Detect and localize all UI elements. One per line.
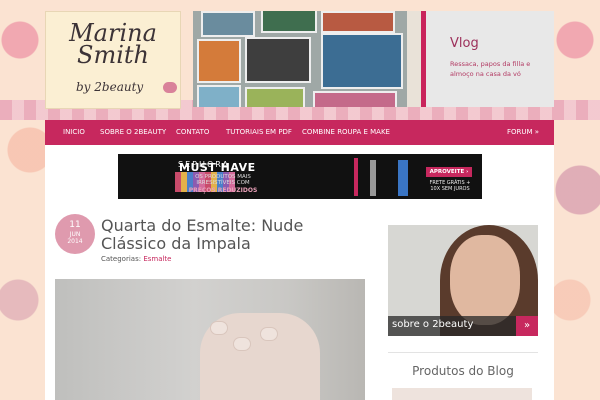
about-caption[interactable]: sobre o 2beauty [392, 319, 473, 330]
sidebar-divider [388, 352, 538, 353]
mascara-image [370, 160, 376, 196]
about-arrow-button[interactable]: » [516, 316, 538, 336]
produtos-title: Produtos do Blog [412, 364, 514, 378]
artwork-image [313, 91, 397, 107]
artwork-image [245, 87, 305, 107]
date-month: JUN [69, 231, 81, 238]
banner-shipping: FRETE GRÁTIS + 10X SEM JUROS [429, 180, 471, 192]
vlog-accent-bar [421, 11, 426, 107]
post-title[interactable]: Quarta do Esmalte: Nude Clássico da Impa… [101, 217, 371, 253]
bottle-image [398, 160, 408, 196]
post-image[interactable] [55, 279, 365, 400]
produtos-image[interactable] [392, 388, 532, 400]
vlog-box[interactable]: Vlog Ressaca, papos da filla e almoço na… [421, 11, 554, 107]
wall-edge [407, 11, 421, 107]
artwork-image [201, 11, 255, 37]
banner-headline: MUST HAVE [179, 161, 256, 174]
nav-item-tutoriais[interactable]: TUTORIAIS EM PDF [226, 120, 292, 145]
sephora-banner-ad[interactable]: SEPHORA MUST HAVE OS PRODUTOS MAIS IRRES… [118, 154, 482, 199]
nav-item-inicio[interactable]: INICIO [63, 120, 85, 145]
post-date-badge: 11 JUN 2014 [55, 214, 95, 254]
site-logo[interactable]: Marina Smith by 2beauty [45, 11, 181, 109]
logo-byline: by 2beauty [76, 80, 144, 94]
nail-image [233, 337, 251, 351]
vlog-description: Ressaca, papos da filla e almoço na casa… [450, 60, 531, 78]
nav-item-contato[interactable]: CONTATO [176, 120, 209, 145]
vlog-title[interactable]: Vlog [450, 36, 479, 51]
artwork-image [197, 39, 241, 83]
header-photo[interactable] [193, 11, 421, 107]
main-nav: INICIO SOBRE O 2BEAUTY CONTATO TUTORIAIS… [45, 120, 554, 145]
artwork-image [321, 11, 395, 33]
banner-subline: OS PRODUTOS MAIS IRRESISTÍVEIS COM [195, 174, 251, 186]
nail-image [260, 327, 278, 341]
nav-item-forum[interactable]: FORUM » [507, 120, 539, 145]
artwork-image [197, 85, 241, 107]
face-shape [450, 235, 520, 325]
artwork-image [321, 33, 403, 89]
categories-label: Categorias: [101, 255, 142, 263]
banner-promo: PREÇOS REDUZIDOS [188, 187, 258, 194]
category-link[interactable]: Esmalte [143, 255, 171, 263]
lipstick-image [354, 158, 358, 196]
logo-name-line2: Smith [77, 41, 149, 69]
banner-cta-button[interactable]: APROVEITE › [426, 167, 472, 177]
artwork-image [261, 11, 317, 33]
sidebar-about-photo[interactable]: sobre o 2beauty » [388, 225, 538, 336]
logo-badge-icon [163, 82, 177, 93]
chalkboard-image [245, 37, 311, 83]
nail-image [210, 321, 228, 335]
date-year: 2014 [67, 238, 83, 245]
logo-name: Marina Smith [46, 21, 180, 69]
nav-item-sobre[interactable]: SOBRE O 2BEAUTY [100, 120, 166, 145]
nav-item-combine[interactable]: COMBINE ROUPA E MAKE [302, 120, 390, 145]
date-day: 11 [69, 220, 81, 230]
post-categories: Categorias: Esmalte [101, 255, 172, 263]
